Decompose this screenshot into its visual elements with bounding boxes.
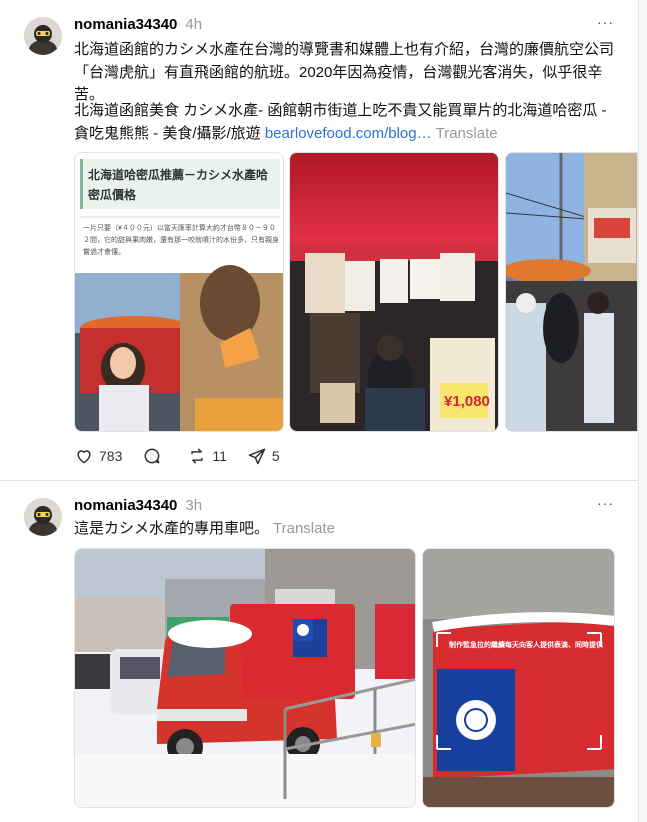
post-image-street-scene[interactable] [505, 152, 638, 432]
post-header: nomania34340 3h [74, 497, 202, 514]
post-header: nomania34340 4h [74, 16, 202, 33]
feed-border [638, 0, 639, 822]
post-image-blog-screenshot[interactable]: 北海道哈密瓜推薦－カシメ水產哈密瓜價格 一片只要（¥４００元）以當天匯率計算大約… [74, 152, 284, 432]
translate-button[interactable]: Translate [436, 125, 498, 142]
external-link[interactable]: bearlovefood.com/blog… [265, 125, 432, 142]
feed-post: nomania34340 4h ··· 北海道函館的カシメ水產在台灣的導覽書和媒… [0, 0, 638, 481]
heart-icon [77, 450, 91, 464]
like-button[interactable]: 783 [74, 446, 122, 466]
like-count: 783 [99, 448, 123, 464]
comment-button[interactable] [142, 446, 167, 466]
repost-count: 11 [212, 448, 227, 464]
blog-body: 一片只要（¥４００元）以當天匯率計算大約才台幣８０－９０２間，它的甜與果肉嫩，還… [83, 225, 279, 256]
scrollbar-track[interactable] [639, 0, 647, 822]
truck-banner-text: 制作監急拉的繼續每天向客人提供表演、同時提供 [449, 642, 603, 649]
share-count: 5 [271, 448, 280, 464]
more-options-icon[interactable]: ··· [597, 495, 614, 511]
username[interactable]: nomania34340 [74, 497, 177, 514]
post-image-truck-in-snow[interactable] [74, 548, 416, 808]
share-button[interactable]: 5 [247, 446, 280, 466]
more-options-icon[interactable]: ··· [597, 14, 614, 30]
translate-button[interactable]: Translate [273, 520, 335, 537]
avatar[interactable] [24, 17, 62, 55]
post-image-shop-front[interactable]: ¥1,080 [289, 152, 499, 432]
blog-heading: 北海道哈密瓜推薦－カシメ水產哈密瓜價格 [88, 168, 269, 202]
post-time[interactable]: 4h [185, 16, 202, 33]
repost-button[interactable]: 11 [187, 446, 227, 466]
post-text: 北海道函館的カシメ水產在台灣的導覽書和媒體上也有介紹，台灣的廉價航空公司「台灣虎… [74, 41, 615, 103]
send-icon [248, 448, 266, 465]
username[interactable]: nomania34340 [74, 16, 177, 33]
price-sign: ¥1,080 [444, 393, 490, 410]
post-actions: 783 11 5 [74, 446, 280, 466]
avatar[interactable] [24, 498, 62, 536]
post-text-link-line: 北海道函館美食 カシメ水產- 函館朝市街道上吃不貴又能買單片的北海道哈密瓜 - … [74, 100, 616, 145]
post-text-line: 這是カシメ水產的專用車吧。 Translate [74, 518, 616, 541]
feed-post: nomania34340 3h ··· 這是カシメ水產的專用車吧。 Transla… [0, 482, 638, 822]
comment-icon [144, 448, 160, 464]
post-text: 這是カシメ水產的專用車吧。 [74, 520, 270, 537]
repost-icon [191, 448, 204, 464]
post-time[interactable]: 3h [185, 497, 202, 514]
post-image-flag-closeup[interactable]: 制作監急拉的繼續每天向客人提供表演、同時提供 [422, 548, 615, 808]
